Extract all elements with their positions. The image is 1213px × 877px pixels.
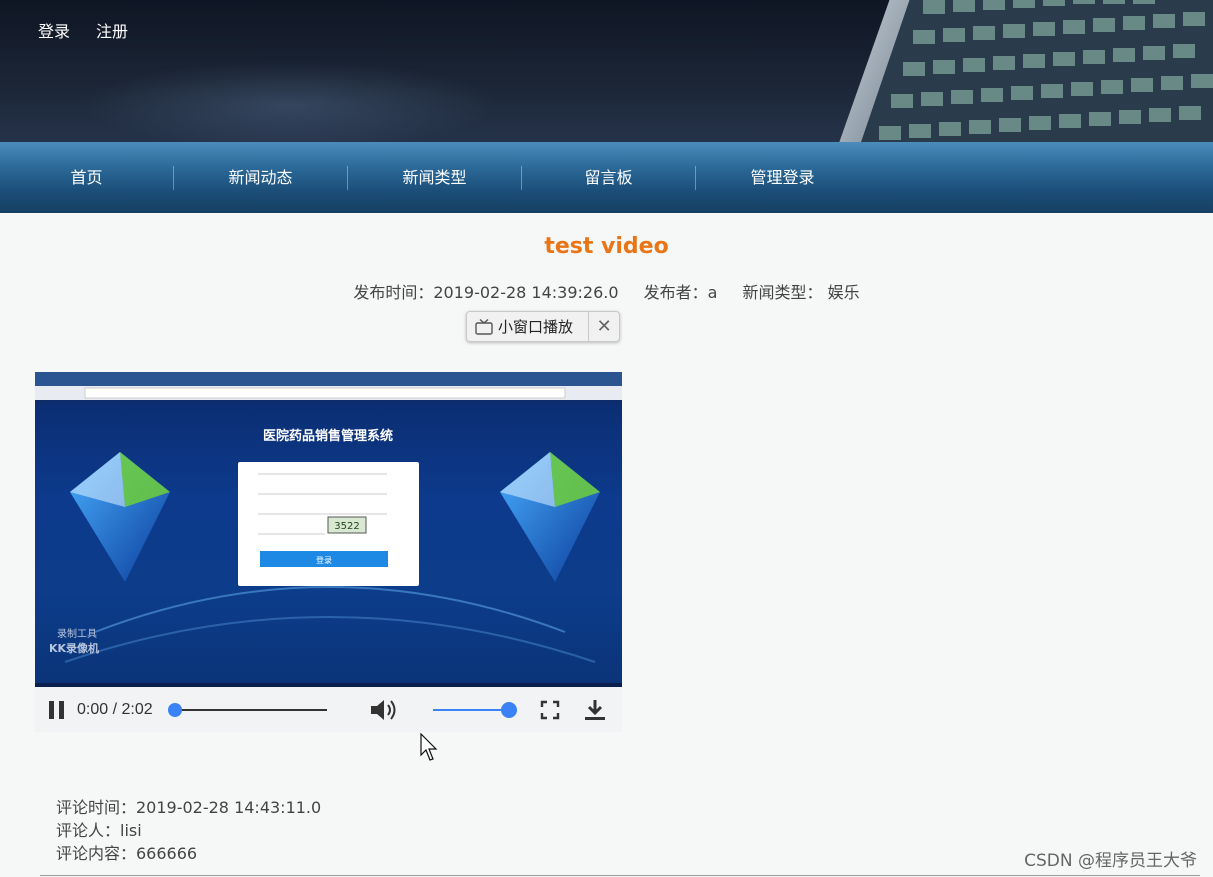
comment-content: 评论内容：666666 <box>56 844 198 863</box>
pause-icon[interactable] <box>47 699 67 721</box>
publish-time: 发布时间：2019-02-28 14:39:26.0 <box>353 283 619 302</box>
playback-time: 0:00 / 2:02 <box>77 700 153 718</box>
nav-item-news-types[interactable]: 新闻类型 <box>348 142 521 213</box>
nav-item-message-board[interactable]: 留言板 <box>522 142 695 213</box>
main-nav: 首页 新闻动态 新闻类型 留言板 管理登录 <box>0 142 1213 213</box>
pip-button[interactable]: 小窗口播放 <box>467 312 590 341</box>
video-controls: 0:00 / 2:02 <box>35 687 622 732</box>
nav-item-news[interactable]: 新闻动态 <box>174 142 347 213</box>
download-icon[interactable] <box>583 697 607 723</box>
video-login-button-label: 登录 <box>316 555 332 565</box>
nav-item-home[interactable]: 首页 <box>0 142 173 213</box>
auth-links: 登录 注册 <box>38 18 128 42</box>
comment-time: 评论时间：2019-02-28 14:43:11.0 <box>56 798 322 817</box>
tv-icon <box>475 318 493 335</box>
volume-icon[interactable] <box>369 697 399 723</box>
video-player-frame[interactable]: 医院药品销售管理系统 3522 登录 录制工具 KK录像机 <box>35 372 622 687</box>
recorder-watermark-line1: 录制工具 <box>57 627 97 640</box>
progress-slider[interactable] <box>167 700 337 720</box>
building-image <box>839 0 1213 142</box>
comment-author: 评论人：lisi <box>56 821 142 840</box>
mouse-cursor-icon <box>420 733 438 761</box>
close-icon[interactable]: ✕ <box>589 316 619 337</box>
csdn-watermark: CSDN @程序员王大爷 <box>1024 851 1197 871</box>
captcha-text: 3522 <box>334 521 359 532</box>
banner-glow <box>80 60 500 142</box>
pip-label: 小窗口播放 <box>498 318 574 336</box>
recorder-watermark-line2: KK录像机 <box>49 641 99 655</box>
volume-slider[interactable] <box>429 700 519 720</box>
register-link[interactable]: 注册 <box>96 18 128 42</box>
video-frame-image: 医院药品销售管理系统 3522 登录 录制工具 KK录像机 <box>35 372 622 687</box>
publisher: 发布者：a <box>643 283 718 302</box>
video-frame-heading: 医院药品销售管理系统 <box>263 428 393 444</box>
fullscreen-icon[interactable] <box>539 699 561 721</box>
nav-item-admin-login[interactable]: 管理登录 <box>696 142 869 213</box>
news-type: 新闻类型： 娱乐 <box>742 283 860 302</box>
article-meta: 发布时间：2019-02-28 14:39:26.0 发布者：a 新闻类型： 娱… <box>0 279 1213 303</box>
header-banner: 登录 注册 <box>0 0 1213 142</box>
comment-block: 评论时间：2019-02-28 14:43:11.0 评论人：lisi 评论内容… <box>56 796 321 865</box>
pip-popup: 小窗口播放 ✕ <box>466 311 620 342</box>
article-title: test video <box>544 234 669 259</box>
bottom-divider <box>40 875 1200 876</box>
login-link[interactable]: 登录 <box>38 18 70 42</box>
